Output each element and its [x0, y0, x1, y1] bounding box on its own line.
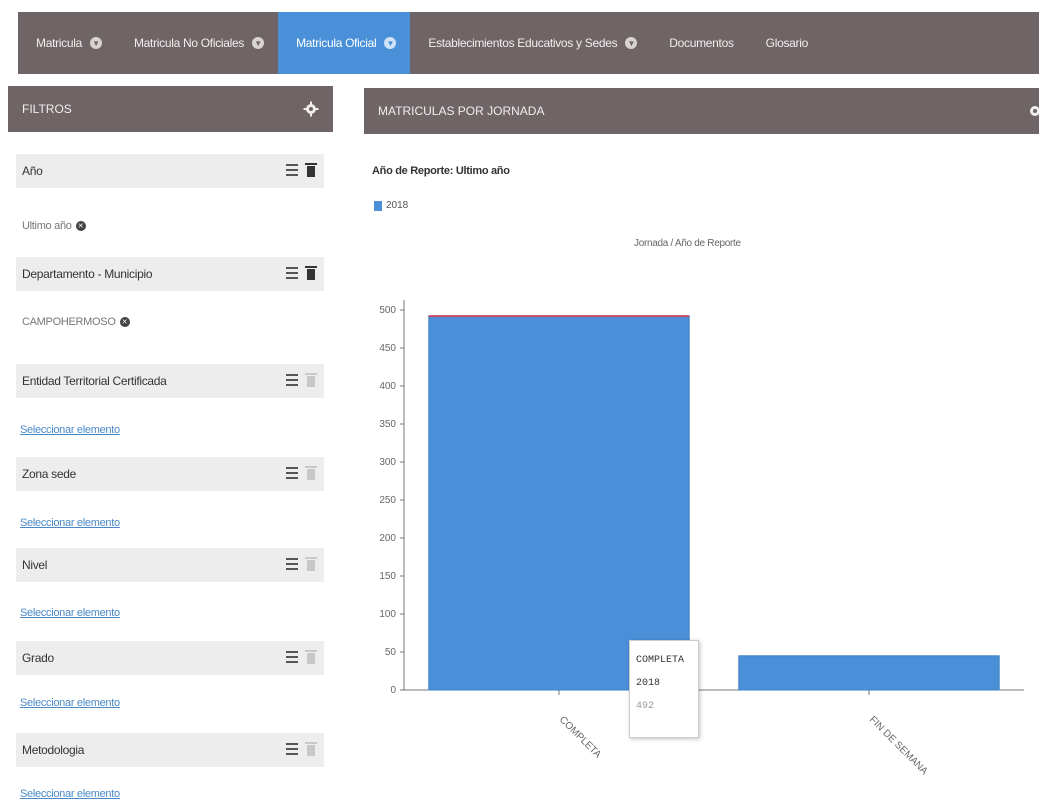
trash-icon[interactable]	[305, 557, 317, 571]
tooltip-series: 2018	[636, 678, 661, 689]
trash-icon[interactable]	[305, 266, 317, 280]
trash-icon[interactable]	[305, 650, 317, 664]
trash-icon[interactable]	[305, 163, 317, 177]
chart-subtitle: Jornada / Año de Reporte	[634, 238, 741, 249]
tab-glosario[interactable]: Glosario	[748, 12, 822, 74]
select-element-link[interactable]: Seleccionar elemento	[20, 788, 120, 800]
y-tick-label: 400	[379, 381, 396, 392]
filter-label: Año	[22, 164, 43, 178]
y-tick-label: 150	[379, 571, 396, 582]
top-navigation: Matricula ▼ Matricula No Oficiales ▼ Mat…	[18, 12, 1039, 74]
selected-value-text: CAMPOHERMOSO	[22, 316, 116, 328]
report-year-label: Año de Reporte: Ultimo año	[372, 165, 510, 177]
chevron-down-icon: ▼	[625, 37, 638, 49]
tab-establecimientos[interactable]: Establecimientos Educativos y Sedes ▼	[410, 12, 651, 74]
tab-matricula-no-oficiales[interactable]: Matricula No Oficiales ▼	[116, 12, 278, 74]
filter-row: Departamento - Municipio	[16, 257, 324, 291]
legend-swatch	[374, 200, 382, 211]
list-icon[interactable]	[286, 373, 298, 387]
filter-row: Año	[16, 154, 324, 188]
y-tick-label: 300	[379, 457, 396, 468]
tab-label: Matricula	[36, 36, 82, 50]
tab-label: Matricula Oficial	[296, 36, 377, 50]
chart-legend[interactable]: 2018	[374, 200, 408, 211]
gear-icon[interactable]	[1027, 103, 1039, 119]
select-element-link[interactable]: Seleccionar elemento	[20, 424, 120, 436]
y-tick-label: 100	[379, 609, 396, 620]
chart-title: MATRICULAS POR JORNADA	[378, 104, 545, 118]
chevron-down-icon: ▼	[89, 37, 102, 49]
list-icon[interactable]	[286, 466, 298, 480]
tab-matricula-oficial[interactable]: Matricula Oficial ▼	[278, 12, 411, 74]
tab-label: Glosario	[765, 36, 809, 50]
y-tick-label: 200	[379, 533, 396, 544]
x-tick-label: COMPLETA	[557, 714, 603, 760]
filter-row: Entidad Territorial Certificada	[16, 364, 324, 398]
filter-selected-value: CAMPOHERMOSO ✕	[22, 316, 130, 328]
tab-label: Matricula No Oficiales	[133, 36, 245, 50]
y-tick-label: 50	[385, 647, 397, 658]
y-tick-label: 450	[379, 343, 396, 354]
selected-value-text: Ultimo año	[22, 220, 72, 232]
bar	[738, 655, 1000, 691]
select-element-link[interactable]: Seleccionar elemento	[20, 517, 120, 529]
chart-tooltip: COMPLETA 2018 492	[629, 640, 699, 738]
filter-row: Metodologia	[16, 733, 324, 767]
filter-row: Zona sede	[16, 457, 324, 491]
filter-label: Grado	[22, 651, 54, 665]
filter-label: Metodologia	[22, 743, 85, 757]
x-tick-label: FIN DE SEMANA	[867, 714, 930, 777]
filter-label: Entidad Territorial Certificada	[22, 374, 167, 388]
chevron-down-icon: ▼	[252, 37, 265, 49]
list-icon[interactable]	[286, 650, 298, 664]
legend-label: 2018	[386, 200, 409, 211]
y-tick-label: 250	[379, 495, 396, 506]
filter-label: Departamento - Municipio	[22, 267, 153, 281]
list-icon[interactable]	[286, 163, 298, 177]
select-element-link[interactable]: Seleccionar elemento	[20, 607, 120, 619]
filter-label: Nivel	[22, 558, 48, 572]
filter-row: Nivel	[16, 548, 324, 582]
bar	[428, 315, 690, 691]
trash-icon[interactable]	[305, 466, 317, 480]
filter-label: Zona sede	[22, 467, 77, 481]
y-tick-label: 0	[390, 685, 396, 696]
gear-icon[interactable]	[303, 101, 319, 117]
filter-selected-value: Ultimo año ✕	[22, 220, 86, 232]
filters-header: FILTROS	[8, 86, 333, 132]
trash-icon[interactable]	[305, 373, 317, 387]
chevron-down-icon: ▼	[384, 37, 397, 49]
y-tick-label: 350	[379, 419, 396, 430]
tab-label: Establecimientos Educativos y Sedes	[428, 36, 618, 50]
tab-label: Documentos	[669, 36, 734, 50]
chart-header: MATRICULAS POR JORNADA	[364, 88, 1039, 134]
y-tick-label: 500	[379, 305, 396, 316]
filter-row: Grado	[16, 641, 324, 675]
tab-documentos[interactable]: Documentos	[651, 12, 747, 74]
filters-title: FILTROS	[22, 102, 72, 116]
remove-icon[interactable]: ✕	[119, 317, 130, 327]
select-element-link[interactable]: Seleccionar elemento	[20, 697, 120, 709]
tab-matricula[interactable]: Matricula ▼	[18, 12, 116, 74]
bar-chart: 0 50 100 150 200 250 300 350 400 450 500 COMPLETA FI…	[379, 300, 1024, 777]
list-icon[interactable]	[286, 557, 298, 571]
remove-icon[interactable]: ✕	[75, 221, 86, 231]
tooltip-category: COMPLETA	[636, 655, 685, 666]
list-icon[interactable]	[286, 266, 298, 280]
tooltip-value: 492	[636, 701, 655, 712]
list-icon[interactable]	[286, 742, 298, 756]
trash-icon[interactable]	[305, 742, 317, 756]
